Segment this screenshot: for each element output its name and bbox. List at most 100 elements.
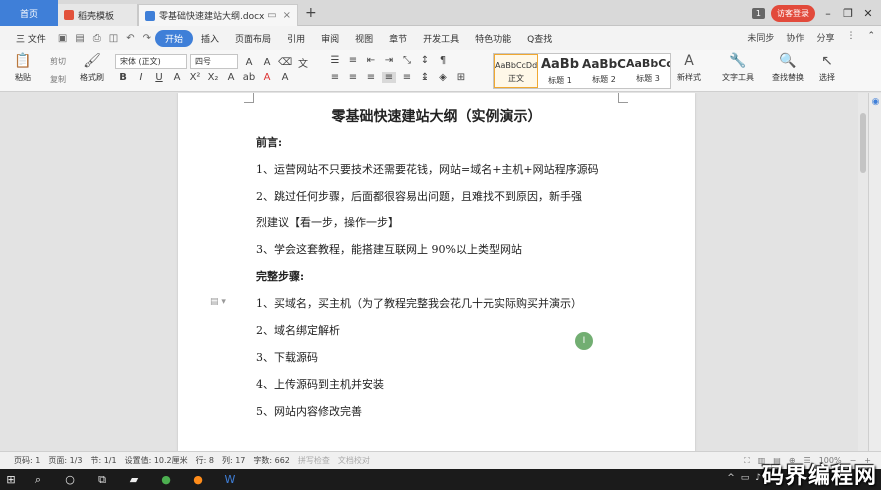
bold-icon[interactable]: B [116, 72, 130, 83]
tab-templates[interactable]: 稻壳模板 [58, 4, 138, 26]
vertical-scrollbar[interactable] [858, 93, 868, 451]
spell-check-button[interactable]: 拼写检查 [298, 455, 330, 466]
status-pages[interactable]: 页面: 1/3 [48, 455, 82, 466]
minimize-icon[interactable]: – [821, 7, 835, 20]
align-right-icon[interactable]: ≡ [364, 72, 378, 83]
tab-home[interactable]: 首页 [0, 0, 58, 26]
doc-line-8[interactable]: 2、域名绑定解析 [256, 322, 340, 338]
more-icon[interactable]: ⋮ [846, 31, 855, 44]
justify-icon[interactable]: ≡ [382, 72, 396, 83]
close-tab-icon[interactable]: × [283, 10, 291, 21]
collaborate-button[interactable]: 协作 [786, 31, 804, 44]
align-left-icon[interactable]: ≡ [328, 72, 342, 83]
collapse-ribbon-icon[interactable]: ⌃ [867, 31, 875, 44]
focus-mode-icon[interactable]: ⛶ [744, 456, 750, 466]
menu-insert[interactable]: 插入 [193, 32, 227, 45]
style-normal[interactable]: AaBbCcDd 正文 [494, 54, 538, 88]
status-row[interactable]: 行: 8 [196, 455, 214, 466]
new-tab-button[interactable]: + [305, 5, 317, 21]
new-style-button[interactable]: A 新样式 [677, 52, 701, 83]
save-icon[interactable]: ▣ [54, 33, 71, 44]
restore-icon[interactable]: ❐ [841, 7, 855, 20]
paragraph-handle-icon[interactable]: ▤ ▾ [210, 297, 226, 307]
grow-font-icon[interactable]: A [242, 57, 256, 68]
underline-icon[interactable]: U [152, 72, 166, 83]
firefox-icon[interactable]: ● [182, 469, 214, 490]
cut-button[interactable]: 剪切 [50, 56, 66, 67]
text-color-icon[interactable]: A [260, 72, 274, 83]
doc-line-9[interactable]: 3、下载源码 [256, 349, 318, 365]
status-setting-value[interactable]: 设置值: 10.2厘米 [125, 455, 188, 466]
doc-line-6[interactable]: 完整步骤: [256, 268, 304, 284]
menu-features[interactable]: 特色功能 [467, 32, 519, 45]
tab-document[interactable]: 零基础快速建站大纲.docx ▭ × [138, 4, 298, 26]
font-size-select[interactable]: 四号 [190, 54, 238, 69]
font-name-select[interactable]: 宋体 (正文) [115, 54, 187, 69]
doc-line-10[interactable]: 4、上传源码到主机并安装 [256, 376, 384, 392]
style-heading-2[interactable]: AaBbC 标题 2 [582, 54, 626, 88]
chinese-layout-icon[interactable]: ⤡ [400, 55, 414, 66]
menu-review[interactable]: 审阅 [313, 32, 347, 45]
bullets-icon[interactable]: ☰ [328, 55, 342, 66]
doc-line-5[interactable]: 3、学会这套教程，能搭建互联网上 90%以上类型网站 [256, 241, 522, 257]
clear-format-icon[interactable]: ⌫ [278, 57, 292, 68]
sync-status[interactable]: 未同步 [747, 31, 774, 44]
style-heading-1[interactable]: AaBb 标题 1 [538, 54, 582, 88]
status-section[interactable]: 节: 1/1 [90, 455, 116, 466]
preview-icon[interactable]: ◫ [105, 33, 122, 44]
format-painter-button[interactable]: 🖌 格式刷 [80, 52, 104, 83]
system-tray[interactable]: ^ ▭ ♪ [727, 473, 761, 483]
menu-search[interactable]: Q查找 [519, 32, 560, 45]
doc-line-4[interactable]: 烈建议【看一步，操作一步】 [256, 214, 399, 230]
undo-icon[interactable]: ↶ [122, 33, 138, 44]
wps-writer-icon[interactable]: W [214, 469, 246, 490]
document-area[interactable]: 零基础快速建站大纲（实例演示） 前言: 1、运营网站不只要技术还需要花钱，网站=… [0, 93, 868, 451]
doc-line-1[interactable]: 前言: [256, 134, 282, 150]
menu-section[interactable]: 章节 [381, 32, 415, 45]
decrease-indent-icon[interactable]: ⇤ [364, 55, 378, 66]
window-count-badge[interactable]: 1 [751, 7, 765, 19]
strikethrough-icon[interactable]: A [170, 72, 184, 83]
document-page[interactable]: 零基础快速建站大纲（实例演示） 前言: 1、运营网站不只要技术还需要花钱，网站=… [178, 93, 695, 451]
borders-icon[interactable]: ⊞ [454, 72, 468, 83]
proofread-button[interactable]: 文档校对 [338, 455, 370, 466]
guest-login-button[interactable]: 访客登录 [771, 4, 815, 22]
style-heading-3[interactable]: AaBbCc 标题 3 [626, 54, 670, 88]
shading-icon[interactable]: ◈ [436, 72, 450, 83]
explorer-icon[interactable]: ▰ [118, 469, 150, 490]
numbering-icon[interactable]: ≡ [346, 55, 360, 66]
document-title[interactable]: 零基础快速建站大纲（实例演示） [178, 106, 695, 126]
volume-icon[interactable]: ♪ [755, 473, 761, 483]
phonetic-icon[interactable]: 文 [296, 55, 310, 70]
sort-icon[interactable]: ↕ [418, 55, 432, 66]
tray-arrow-icon[interactable]: ^ [727, 473, 735, 483]
menu-references[interactable]: 引用 [279, 32, 313, 45]
char-border-icon[interactable]: A [278, 72, 292, 83]
pin-icon[interactable]: ▭ [267, 10, 276, 21]
superscript-icon[interactable]: X² [188, 72, 202, 83]
redo-icon[interactable]: ↷ [139, 33, 155, 44]
doc-line-2[interactable]: 1、运营网站不只要技术还需要花钱，网站=域名+主机+网站程序源码 [256, 161, 599, 177]
doc-line-11[interactable]: 5、网站内容修改完善 [256, 403, 362, 419]
app-icon-green[interactable]: ● [150, 469, 182, 490]
copy-button[interactable]: 复制 [50, 74, 66, 85]
italic-icon[interactable]: I [134, 72, 148, 83]
print-icon[interactable]: ⎙ [89, 33, 105, 44]
select-button[interactable]: ↖ 选择 [818, 52, 836, 83]
windows-start-icon[interactable]: ⊞ [0, 469, 22, 490]
align-center-icon[interactable]: ≡ [346, 72, 360, 83]
show-marks-icon[interactable]: ¶ [436, 55, 450, 66]
status-word-count[interactable]: 字数: 662 [253, 455, 290, 466]
doc-line-3[interactable]: 2、跳过任何步骤，后面都很容易出问题，且难找不到原因，新手强 [256, 188, 582, 204]
menu-home[interactable]: 开始 [155, 29, 194, 47]
menu-file[interactable]: 三 文件 [8, 32, 54, 45]
menu-view[interactable]: 视图 [347, 32, 381, 45]
find-replace-button[interactable]: 🔍 查找替换 [772, 52, 804, 83]
doc-line-7[interactable]: 1、买域名，买主机（为了教程完整我会花几十元实际购买并演示） [256, 295, 582, 311]
increase-indent-icon[interactable]: ⇥ [382, 55, 396, 66]
text-tools-button[interactable]: 🔧 文字工具 [722, 52, 754, 83]
close-window-icon[interactable]: ✕ [861, 7, 875, 20]
taskbar-search-icon[interactable]: ⌕ [22, 469, 54, 490]
distribute-icon[interactable]: ≡ [400, 72, 414, 83]
line-spacing-icon[interactable]: ↨ [418, 72, 432, 83]
